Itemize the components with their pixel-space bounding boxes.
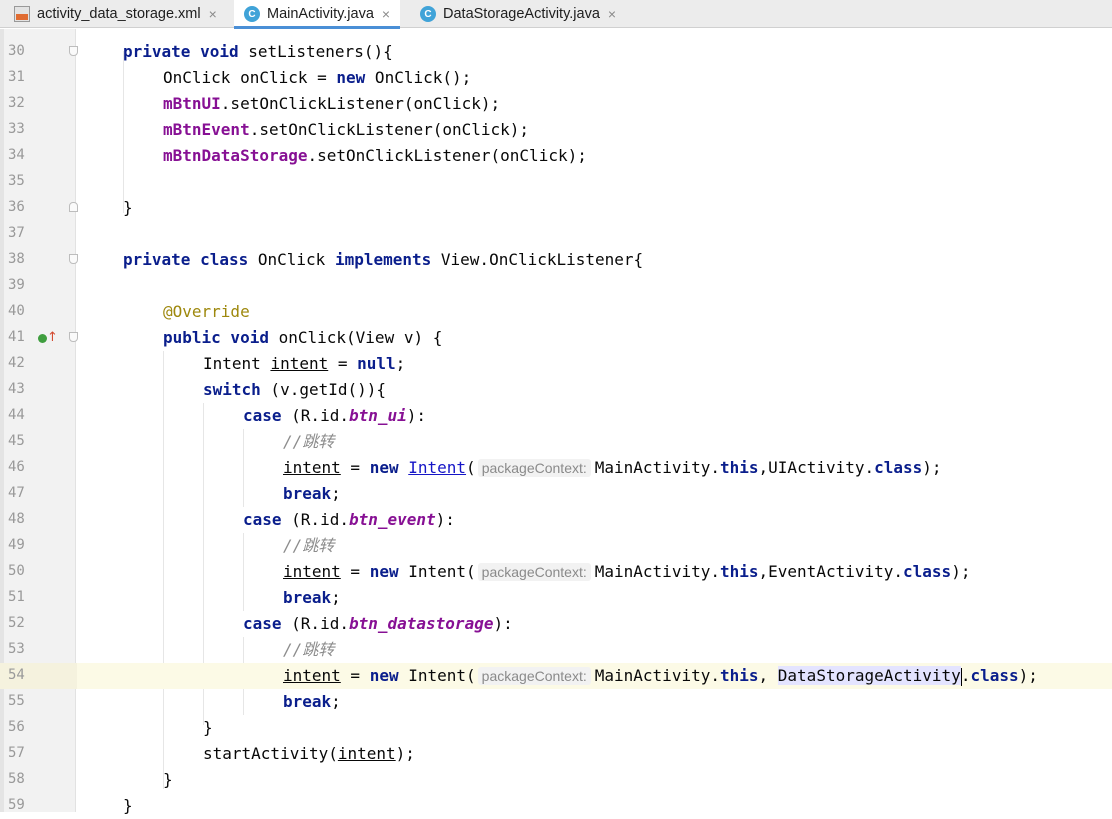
tab-label: DataStorageActivity.java xyxy=(443,6,600,22)
code-line-46: intent = new Intent(packageContext: MainA… xyxy=(283,458,942,477)
line-number[interactable]: 32 xyxy=(8,95,32,111)
line-number[interactable]: 34 xyxy=(8,147,32,163)
line-number[interactable]: 52 xyxy=(8,615,32,631)
line-number[interactable]: 39 xyxy=(8,277,32,293)
implementing-method-dot xyxy=(38,334,47,343)
code-line-58: } xyxy=(163,770,173,789)
code-editor[interactable]: private void setListeners(){ OnClick onC… xyxy=(77,29,1112,815)
line-number[interactable]: 38 xyxy=(8,251,32,267)
code-line-32: mBtnUI.setOnClickListener(onClick); xyxy=(163,94,501,113)
code-line-54-current: intent = new Intent(packageContext: MainA… xyxy=(77,663,1112,689)
code-line-47: break; xyxy=(283,484,341,503)
code-line-55: break; xyxy=(283,692,341,711)
line-number[interactable]: 43 xyxy=(8,381,32,397)
java-class-icon: C xyxy=(420,6,436,22)
code-line-38: private class OnClick implements View.On… xyxy=(123,250,644,269)
code-line-51: break; xyxy=(283,588,341,607)
line-number[interactable]: 56 xyxy=(8,719,32,735)
line-number[interactable]: 57 xyxy=(8,745,32,761)
line-number[interactable]: 33 xyxy=(8,121,32,137)
selected-identifier: DataStorageActivity xyxy=(777,666,961,685)
line-number[interactable]: 30 xyxy=(8,43,32,59)
code-line-49: //跳转 xyxy=(283,536,335,555)
line-number[interactable]: 40 xyxy=(8,303,32,319)
code-line-33: mBtnEvent.setOnClickListener(onClick); xyxy=(163,120,530,139)
line-number[interactable]: 46 xyxy=(8,459,32,475)
xml-file-icon xyxy=(14,6,30,22)
code-line-57: startActivity(intent); xyxy=(203,744,415,763)
tab-main-activity-java[interactable]: C MainActivity.java × xyxy=(234,0,401,29)
tab-label: MainActivity.java xyxy=(267,6,374,22)
line-number[interactable]: 58 xyxy=(8,771,32,787)
tab-activity-data-storage-xml[interactable]: activity_data_storage.xml × xyxy=(14,0,217,28)
code-line-59: } xyxy=(123,796,133,815)
parameter-hint: packageContext: xyxy=(477,563,591,581)
line-number[interactable]: 49 xyxy=(8,537,32,553)
parameter-hint: packageContext: xyxy=(477,459,591,477)
code-line-48: case (R.id.btn_event): xyxy=(243,510,455,529)
code-line-30: private void setListeners(){ xyxy=(123,42,393,61)
code-line-50: intent = new Intent(packageContext: MainA… xyxy=(283,562,971,581)
line-number[interactable]: 55 xyxy=(8,693,32,709)
tab-data-storage-activity-java[interactable]: C DataStorageActivity.java × xyxy=(420,0,616,28)
line-number[interactable]: 45 xyxy=(8,433,32,449)
line-number[interactable]: 59 xyxy=(8,797,32,813)
intent-class-link: Intent xyxy=(408,458,467,477)
code-line-44: case (R.id.btn_ui): xyxy=(243,406,427,425)
java-class-icon: C xyxy=(244,6,260,22)
code-line-52: case (R.id.btn_datastorage): xyxy=(243,614,513,633)
code-line-45: //跳转 xyxy=(283,432,335,451)
line-number[interactable]: 41 xyxy=(8,329,32,345)
line-number[interactable]: 48 xyxy=(8,511,32,527)
gutter-strip xyxy=(0,29,4,812)
line-number[interactable]: 54 xyxy=(8,667,32,683)
line-number[interactable]: 35 xyxy=(8,173,32,189)
line-number[interactable]: 50 xyxy=(8,563,32,579)
line-number[interactable]: 44 xyxy=(8,407,32,423)
editor-tab-bar: activity_data_storage.xml × C MainActivi… xyxy=(0,0,1112,29)
code-line-36: } xyxy=(123,198,133,217)
code-line-41: public void onClick(View v) { xyxy=(163,328,443,347)
parameter-hint: packageContext: xyxy=(477,667,591,685)
line-number[interactable]: 53 xyxy=(8,641,32,657)
close-icon[interactable]: × xyxy=(209,6,217,22)
close-icon[interactable]: × xyxy=(382,6,390,22)
tab-label: activity_data_storage.xml xyxy=(37,6,201,22)
line-number[interactable]: 31 xyxy=(8,69,32,85)
arrow-up-icon: ↑ xyxy=(47,330,58,345)
code-line-42: Intent intent = null; xyxy=(203,354,406,373)
line-number[interactable]: 36 xyxy=(8,199,32,215)
code-line-31: OnClick onClick = new OnClick(); xyxy=(163,68,472,87)
line-number[interactable]: 37 xyxy=(8,225,32,241)
line-number[interactable]: 51 xyxy=(8,589,32,605)
line-number[interactable]: 42 xyxy=(8,355,32,371)
line-number[interactable]: 47 xyxy=(8,485,32,501)
override-method-icon[interactable]: ↑ xyxy=(38,330,58,346)
code-line-56: } xyxy=(203,718,213,737)
code-line-40: @Override xyxy=(163,302,250,321)
code-line-34: mBtnDataStorage.setOnClickListener(onCli… xyxy=(163,146,587,165)
code-line-43: switch (v.getId()){ xyxy=(203,380,387,399)
close-icon[interactable]: × xyxy=(608,6,616,22)
code-line-53: //跳转 xyxy=(283,640,335,659)
